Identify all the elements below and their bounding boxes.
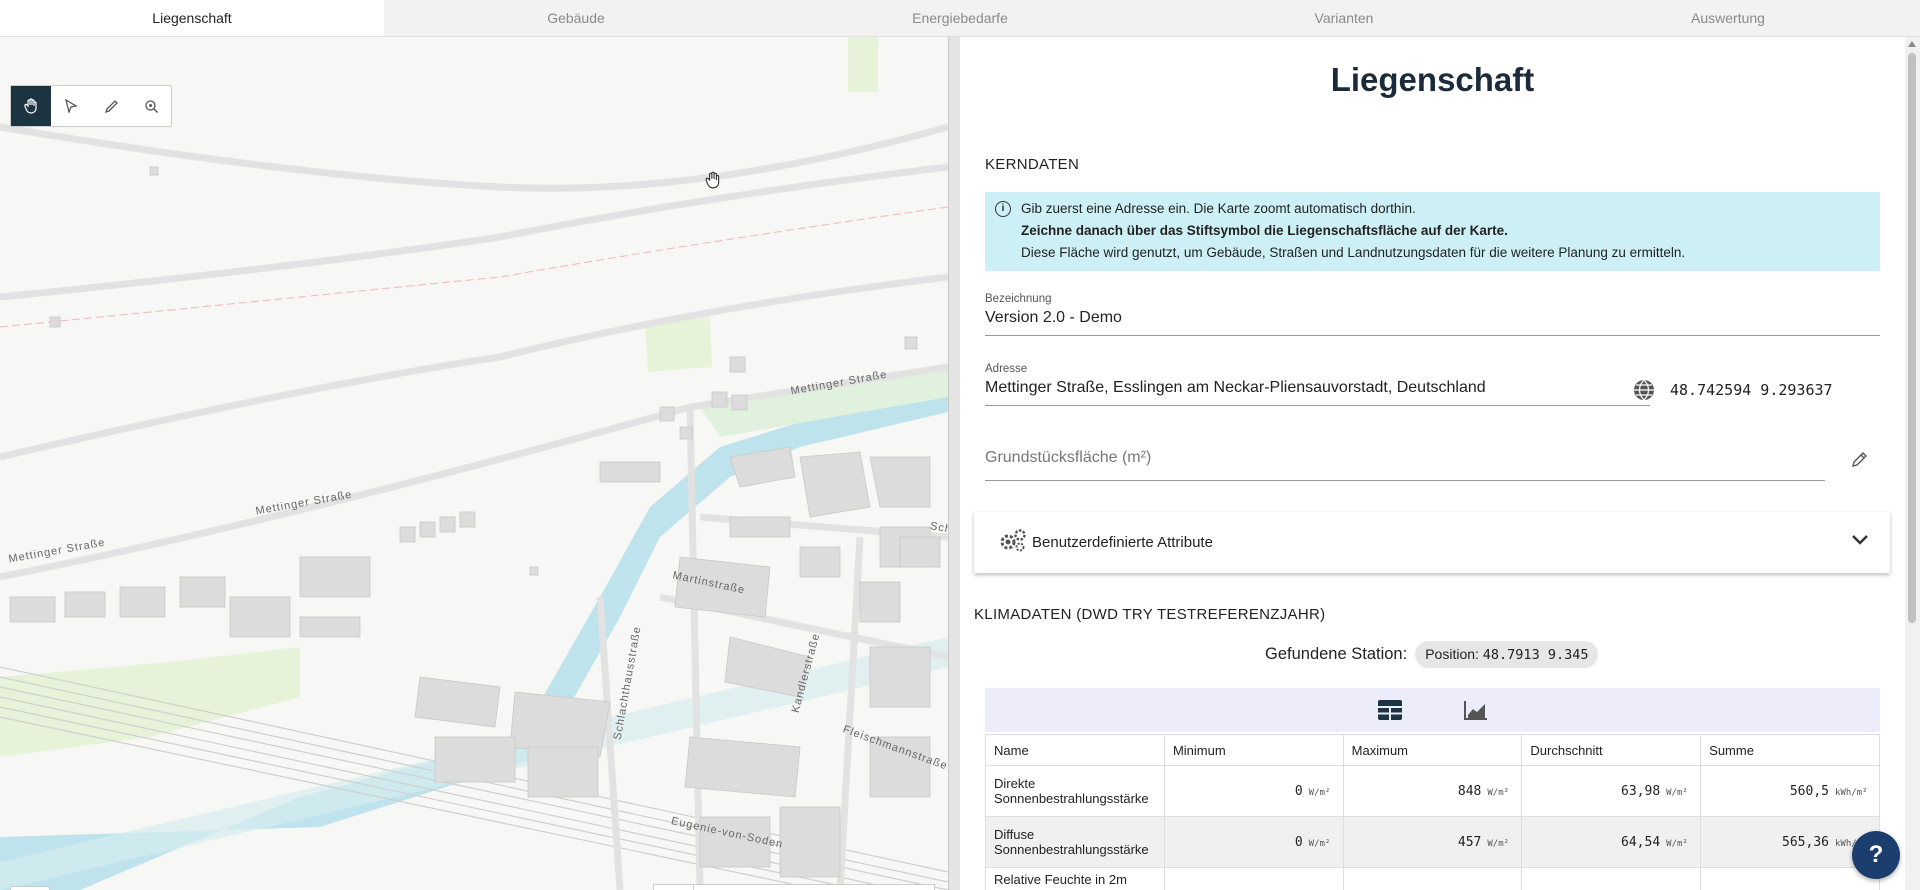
tab-energiebedarfe[interactable]: Energiebedarfe [768, 0, 1152, 36]
hand-cursor-icon [704, 171, 722, 194]
cell-min: 0 W/m² [1163, 816, 1344, 868]
kerndaten-header: KERNDATEN [985, 156, 1080, 173]
station-position-chip[interactable]: Position: 48.7913 9.345 [1415, 641, 1599, 668]
column-header[interactable]: Durchschnitt [1521, 734, 1702, 766]
custom-attributes-label: Benutzerdefinierte Attribute [1032, 534, 1213, 551]
tab-gebaeude[interactable]: Gebäude [384, 0, 768, 36]
bezeichnung-field[interactable]: Bezeichnung Version 2.0 - Demo [985, 293, 1880, 336]
table-row: Direkte Sonnenbestrahlungsstärke 0 W/m² 8… [985, 765, 1880, 817]
coordinates-readout: 48.742594 9.293637 [1670, 381, 1833, 399]
scrollbar-thumb[interactable] [1908, 53, 1916, 623]
table-row: Diffuse Sonnenbestrahlungsstärke 0 W/m² 4… [985, 816, 1880, 868]
climate-data-table: Name Minimum Maximum Durchschnitt Summe … [985, 734, 1880, 890]
3d-toggle-button[interactable]: 3D [814, 885, 854, 890]
cell-min [1163, 867, 1344, 890]
cell-sum [1700, 867, 1880, 890]
chevron-down-icon [1850, 533, 1870, 552]
info-circle-icon: i [995, 201, 1011, 217]
tab-auswertung[interactable]: Auswertung [1536, 0, 1920, 36]
panel-splitter[interactable] [948, 37, 960, 890]
map-draw-toolbar [10, 85, 172, 127]
cell-sum: 560,5 kWh/m² [1700, 765, 1880, 817]
layer-chart-icon[interactable] [10, 886, 50, 890]
gears-icon [998, 528, 1028, 557]
table-row: Relative Feuchte in 2m [985, 867, 1880, 890]
cell-max: 848 W/m² [1342, 765, 1523, 817]
cell-avg: 64,54 W/m² [1521, 816, 1702, 868]
edit-area-pencil-icon[interactable] [1851, 450, 1869, 473]
cell-max: 457 W/m² [1342, 816, 1523, 868]
column-header[interactable]: Name [985, 734, 1165, 766]
adresse-label: Adresse [985, 363, 1028, 375]
zoom-out-icon[interactable] [894, 885, 934, 890]
position-label: Position: [1425, 646, 1479, 662]
station-label: Gefundene Station: [1265, 645, 1408, 663]
zoom-in-icon[interactable] [854, 885, 894, 890]
column-header[interactable]: Minimum [1163, 734, 1344, 766]
adresse-value[interactable]: Mettinger Straße, Esslingen am Neckar-Pl… [985, 379, 1650, 397]
pencil-icon[interactable] [91, 86, 131, 126]
row-name: Direkte Sonnenbestrahlungsstärke [985, 765, 1165, 817]
property-panel: Liegenschaft KERNDATEN i Gib zuerst eine… [960, 37, 1905, 890]
map-icon[interactable] [654, 885, 694, 890]
grundstuecksflaeche-placeholder: Grundstücksfläche (m²) [985, 449, 1152, 466]
top-tab-bar: Liegenschaft Gebäude Energiebedarfe Vari… [0, 0, 1920, 37]
table-view-icon[interactable] [1372, 692, 1408, 728]
locate-icon[interactable] [734, 885, 774, 890]
info-box: i Gib zuerst eine Adresse ein. Die Karte… [985, 192, 1880, 271]
zoom-search-icon[interactable] [131, 86, 171, 126]
help-button[interactable]: ? [1852, 831, 1900, 879]
globe-icon[interactable] [1632, 378, 1656, 407]
cell-avg: 63,98 W/m² [1521, 765, 1702, 817]
column-header[interactable]: Maximum [1342, 734, 1523, 766]
map-bottom-toolbar: 3D [653, 884, 935, 890]
tab-varianten[interactable]: Varianten [1152, 0, 1536, 36]
view-toggle-bar [985, 688, 1880, 732]
cell-min: 0 W/m² [1163, 765, 1344, 817]
page-title: Liegenschaft [1330, 61, 1535, 98]
row-name: Diffuse Sonnenbestrahlungsstärke [985, 816, 1165, 868]
bezeichnung-value[interactable]: Version 2.0 - Demo [985, 309, 1880, 327]
info-icon[interactable] [694, 885, 734, 890]
map-canvas [0, 37, 948, 890]
map-view[interactable]: Mettinger Straße Mettinger Straße Mettin… [0, 37, 948, 890]
cell-avg [1521, 867, 1702, 890]
column-header[interactable]: Summe [1700, 734, 1880, 766]
chart-view-icon[interactable] [1458, 692, 1494, 728]
position-value: 48.7913 9.345 [1482, 647, 1589, 663]
adresse-field[interactable]: Adresse Mettinger Straße, Esslingen am N… [985, 363, 1650, 406]
north-icon[interactable] [774, 885, 814, 890]
info-line-bold: Zeichne danach über das Stiftsymbol die … [1021, 223, 1508, 238]
cell-max [1342, 867, 1523, 890]
panel-scrollbar[interactable] [1905, 37, 1920, 890]
grundstuecksflaeche-field[interactable]: Grundstücksfläche (m²) [985, 449, 1825, 481]
pointer-icon[interactable] [51, 86, 91, 126]
scroll-up-arrow-icon[interactable] [1908, 41, 1916, 47]
custom-attributes-accordion[interactable]: Benutzerdefinierte Attribute [974, 512, 1890, 573]
hand-icon[interactable] [11, 86, 51, 126]
row-name: Relative Feuchte in 2m [985, 867, 1165, 890]
bezeichnung-label: Bezeichnung [985, 293, 1052, 305]
info-line: Gib zuerst eine Adresse ein. Die Karte z… [1021, 201, 1416, 216]
tab-liegenschaft[interactable]: Liegenschaft [0, 0, 384, 36]
station-row: Gefundene Station: Position: 48.7913 9.3… [1265, 641, 1599, 668]
info-line: Diese Fläche wird genutzt, um Gebäude, S… [1021, 245, 1686, 260]
klimadaten-header: KLIMADATEN (DWD TRY TESTREFERENZJAHR) [974, 606, 1326, 623]
